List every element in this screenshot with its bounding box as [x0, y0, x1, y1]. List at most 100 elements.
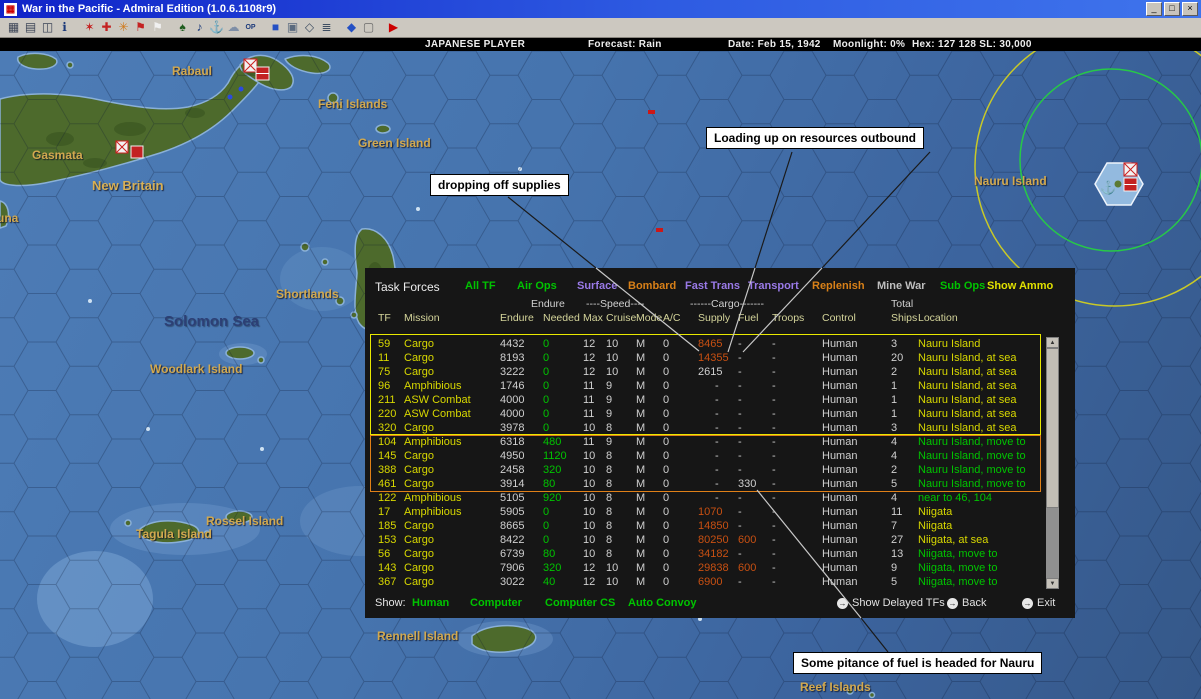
- map-label: Woodlark Island: [150, 362, 243, 376]
- filter-replenish[interactable]: Replenish: [812, 280, 865, 292]
- map-label: una: [0, 211, 19, 225]
- filter-bombard[interactable]: Bombard: [628, 280, 676, 292]
- sea-control-icon[interactable]: ■: [267, 19, 284, 36]
- back-label: Back: [962, 597, 987, 609]
- toolbar: ▦ ▤ ◫ ℹ ✶ ✚ ✳ ⚑ ⚑ ♠ ♪ ⚓ ☁ OP ■ ▣ ◇ ≣ ◆ ▢ ▶: [0, 18, 1201, 38]
- close-button[interactable]: ×: [1182, 2, 1198, 16]
- map-label: Shortlands: [276, 287, 339, 301]
- load-game-icon[interactable]: ◫: [39, 19, 56, 36]
- date-label: Date: Feb 15, 1942: [728, 39, 821, 50]
- show-option-computer-cs[interactable]: Computer CS: [545, 597, 615, 609]
- column-header: Supply: [698, 312, 731, 324]
- jump-map-icon[interactable]: ▦: [5, 19, 22, 36]
- task-force-row[interactable]: 59 Cargo 4432 0 12 10 M 0 8465- - Human 3 Nauru Isla…: [378, 337, 1039, 351]
- window-title: War in the Pacific - Admiral Edition (1.…: [22, 3, 277, 15]
- task-force-row[interactable]: 143 Cargo 7906 320 12 10 M 0 29838 600- Human 9 Niig…: [378, 561, 1039, 575]
- allied-flag-icon[interactable]: ⚑: [149, 19, 166, 36]
- column-header: Troops: [772, 312, 805, 324]
- map-label: Rabaul: [172, 64, 213, 78]
- map-label: Nauru Island: [974, 174, 1047, 188]
- task-force-row[interactable]: 220 ASW Combat 4000 0 11 9 M 0- - - Human 1 Nauru Is…: [378, 407, 1039, 421]
- scrollbar[interactable]: ▲ ▼: [1046, 337, 1059, 589]
- task-force-row[interactable]: 96 Amphibious 1746 0 11 9 M 0- - - Human 1 Nauru Isl…: [378, 379, 1039, 393]
- exit-button[interactable]: → Exit: [1022, 597, 1055, 609]
- air-groups-icon[interactable]: ♪: [191, 19, 208, 36]
- filter-sub-ops[interactable]: Sub Ops: [940, 280, 985, 292]
- show-label: Show:: [375, 597, 406, 609]
- map-label: Reef Islands: [800, 680, 871, 694]
- filter-fast-trans[interactable]: Fast Trans: [685, 280, 740, 292]
- map-label: Rennell Island: [377, 629, 459, 643]
- japanese-flag-icon[interactable]: ⚑: [132, 19, 149, 36]
- list-screens-icon[interactable]: ≣: [318, 19, 335, 36]
- save-game-icon[interactable]: ▤: [22, 19, 39, 36]
- minimize-button[interactable]: _: [1146, 2, 1162, 16]
- sigint-report-icon[interactable]: ✳: [115, 19, 132, 36]
- arrow-icon: →: [947, 597, 958, 609]
- tf-column-headers: TF Mission Endure Needed Max Cruise Mode A/C Sup…: [378, 312, 1039, 324]
- task-force-row[interactable]: 320 Cargo 3978 0 10 8 M 0- - - Human 3 Nauru Island,…: [378, 421, 1039, 435]
- combat-report-icon[interactable]: ✚: [98, 19, 115, 36]
- ops-mode-icon[interactable]: OP: [242, 19, 259, 36]
- scroll-down-button[interactable]: ▼: [1046, 578, 1059, 589]
- hex-grid-toggle-icon[interactable]: ◇: [301, 19, 318, 36]
- colgroup-cargo: ------Cargo-------: [690, 298, 765, 310]
- info-screen-icon[interactable]: ℹ: [56, 19, 73, 36]
- show-option-human[interactable]: Human: [412, 597, 449, 609]
- filter-all-tf[interactable]: All TF: [465, 280, 496, 292]
- forecast-label: Forecast: Rain: [588, 39, 662, 50]
- task-force-row[interactable]: 75 Cargo 3222 0 12 10 M 0 2615- - Human 2 Nauru Isla…: [378, 365, 1039, 379]
- back-button[interactable]: → Back: [947, 597, 986, 609]
- filter-surface[interactable]: Surface: [577, 280, 617, 292]
- task-force-row[interactable]: 211 ASW Combat 4000 0 11 9 M 0- - - Human 1 Nauru Is…: [378, 393, 1039, 407]
- arrow-icon: →: [1022, 597, 1033, 609]
- colgroup-total: Total: [891, 298, 914, 310]
- weather-icon[interactable]: ☁: [225, 19, 242, 36]
- task-force-row[interactable]: 17 Amphibious 5905 0 10 8 M 0 1070- - Human 11 Niiga…: [378, 505, 1039, 519]
- info-bar: JAPANESE PLAYER Forecast: Rain Date: Feb…: [0, 38, 1201, 51]
- filter-show-ammo[interactable]: Show Ammo: [987, 280, 1053, 292]
- filter-air-ops[interactable]: Air Ops: [517, 280, 557, 292]
- task-force-row[interactable]: 145 Cargo 4950 1120 10 8 M 0- - - Human 4 Nauru Isla…: [378, 449, 1039, 463]
- combat-events-icon[interactable]: ✶: [81, 19, 98, 36]
- scroll-up-button[interactable]: ▲: [1046, 337, 1059, 348]
- task-force-row[interactable]: 122 Amphibious 5105 920 10 8 M 0- - - Human 4 near t…: [378, 491, 1039, 505]
- show-delayed-tfs-button[interactable]: → Show Delayed TFs: [837, 597, 945, 609]
- hex-coordinates-label: Hex: 127 128 SL: 30,000: [912, 39, 1032, 50]
- preferences-icon[interactable]: ▢: [360, 19, 377, 36]
- intel-screen-icon[interactable]: ◆: [343, 19, 360, 36]
- app-window: ▦ War in the Pacific - Admiral Edition (…: [0, 0, 1201, 699]
- map-label: Rossel Island: [206, 514, 284, 528]
- task-force-row[interactable]: 153 Cargo 8422 0 10 8 M 0 80250 600- Human 27 Niigat…: [378, 533, 1039, 547]
- show-delayed-tfs-label: Show Delayed TFs: [852, 597, 945, 609]
- map-label: Gasmata: [32, 148, 83, 162]
- arrow-icon: →: [837, 597, 848, 609]
- filter-mine-war[interactable]: Mine War: [877, 280, 926, 292]
- task-force-row[interactable]: 388 Cargo 2458 320 10 8 M 0- - - Human 2 Nauru Islan…: [378, 463, 1039, 477]
- column-header: Endure: [500, 312, 534, 324]
- maximize-button[interactable]: □: [1164, 2, 1180, 16]
- task-force-row[interactable]: 185 Cargo 8665 0 10 8 M 0 14850- - Human 7 Niigata: [378, 519, 1039, 533]
- show-option-auto-convoy[interactable]: Auto Convoy: [628, 597, 696, 609]
- column-header: Control: [822, 312, 856, 324]
- task-force-row[interactable]: 56 Cargo 6739 80 10 8 M 0 34182- - Human 13 Niigata,…: [378, 547, 1039, 561]
- filter-transport[interactable]: Transport: [748, 280, 799, 292]
- task-force-row[interactable]: 104 Amphibious 6318 480 11 9 M 0- - - Human 4 Nauru …: [378, 435, 1039, 449]
- ground-forces-icon[interactable]: ♠: [174, 19, 191, 36]
- task-force-row[interactable]: 367 Cargo 3022 40 12 10 M 0 6900- - Human 5 Niigata,…: [378, 575, 1039, 589]
- map-label: Tagula Island: [136, 527, 212, 541]
- naval-bases-icon[interactable]: ⚓: [208, 19, 225, 36]
- column-header: Ships: [891, 312, 918, 324]
- run-turn-button[interactable]: ▶: [385, 19, 402, 36]
- scroll-thumb[interactable]: [1046, 348, 1059, 508]
- column-header: TF: [378, 312, 391, 324]
- column-header: Fuel: [738, 312, 759, 324]
- column-header: Max: [583, 312, 603, 324]
- show-option-computer[interactable]: Computer: [470, 597, 522, 609]
- map-overlay-icon[interactable]: ▣: [284, 19, 301, 36]
- player-label: JAPANESE PLAYER: [425, 39, 526, 50]
- task-force-row[interactable]: 11 Cargo 8193 0 12 10 M 0 14355- - Human 20 Nauru Is…: [378, 351, 1039, 365]
- map-label: New Britain: [92, 178, 164, 193]
- title-bar[interactable]: ▦ War in the Pacific - Admiral Edition (…: [0, 0, 1201, 18]
- task-force-row[interactable]: 461 Cargo 3914 80 10 8 M 0-330- Human 5 Nauru Isla…: [378, 477, 1039, 491]
